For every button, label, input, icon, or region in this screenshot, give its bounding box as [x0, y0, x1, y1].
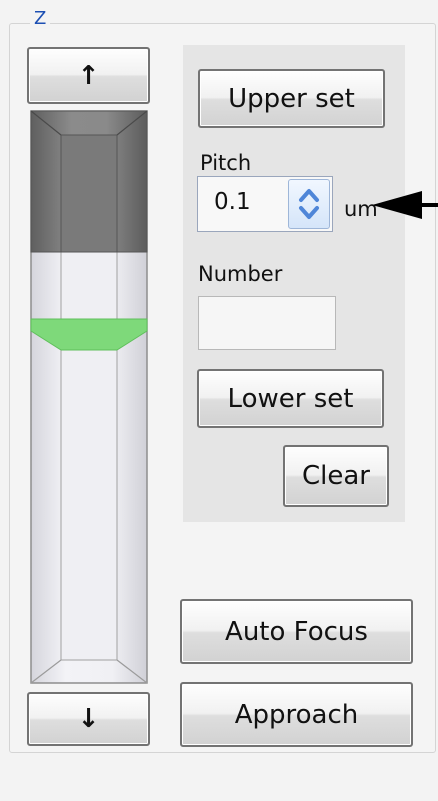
pointer-arrow-icon [372, 191, 438, 219]
up-arrow-icon: ↑ [77, 60, 100, 91]
pitch-spinbox[interactable]: 0.1 [197, 176, 333, 232]
pitch-spin-buttons[interactable] [288, 179, 330, 229]
pitch-value: 0.1 [214, 189, 251, 215]
number-field[interactable] [198, 296, 336, 350]
auto-focus-button[interactable]: Auto Focus [180, 599, 413, 664]
upper-set-button[interactable]: Upper set [198, 69, 385, 128]
down-arrow-icon: ↓ [77, 704, 100, 734]
z-up-button[interactable]: ↑ [27, 47, 150, 104]
clear-button[interactable]: Clear [283, 445, 389, 507]
z-position-slider[interactable] [30, 107, 148, 687]
spin-up-down-icon [299, 189, 319, 219]
approach-button[interactable]: Approach [180, 682, 413, 747]
number-label: Number [198, 262, 283, 286]
z-group-title: Z [30, 9, 51, 29]
z-down-button[interactable]: ↓ [27, 692, 150, 746]
lower-set-button[interactable]: Lower set [197, 369, 384, 428]
pitch-label: Pitch [200, 151, 252, 175]
